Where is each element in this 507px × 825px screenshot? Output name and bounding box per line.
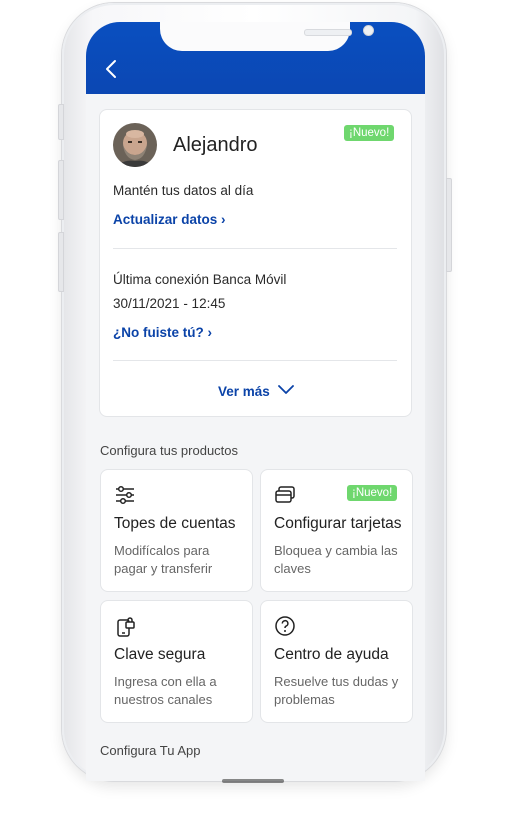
divider xyxy=(113,248,397,249)
tile-account-limits[interactable]: Topes de cuentas Modifícalos para pagar … xyxy=(100,469,253,592)
update-data-link[interactable]: Actualizar datos › xyxy=(113,212,226,227)
phone-side-button xyxy=(58,104,64,140)
cards-icon xyxy=(275,486,295,503)
tile-help-center[interactable]: Centro de ayuda Resuelve tus dudas y pro… xyxy=(260,600,413,723)
tile-title: Clave segura xyxy=(114,646,206,663)
tile-description: Ingresa con ella a nuestros canales xyxy=(114,674,217,707)
tile-description: Resuelve tus dudas y problemas xyxy=(274,674,399,707)
phone-side-button xyxy=(58,232,64,292)
avatar xyxy=(113,123,157,167)
tile-title: Topes de cuentas xyxy=(114,515,236,532)
phone-side-button xyxy=(58,160,64,220)
new-badge: ¡Nuevo! xyxy=(347,485,398,501)
help-circle-icon xyxy=(275,616,295,636)
tile-description: Modifícalos para pagar y transferir xyxy=(114,543,213,576)
app-screen: Alejandro ¡Nuevo! Mantén tus datos al dí… xyxy=(86,22,425,781)
tile-configure-cards[interactable]: ¡Nuevo! Configurar tarjetas Bloquea y ca… xyxy=(260,469,413,592)
profile-card: Alejandro ¡Nuevo! Mantén tus datos al dí… xyxy=(99,109,412,417)
see-more-button[interactable]: Ver más xyxy=(218,383,295,401)
tile-title: Configurar tarjetas xyxy=(274,515,402,532)
new-badge: ¡Nuevo! xyxy=(344,125,395,141)
tile-description: Bloquea y cambia las claves xyxy=(274,543,398,576)
app-section-title: Configura Tu App xyxy=(100,743,201,758)
see-more-label: Ver más xyxy=(218,384,270,399)
sliders-icon xyxy=(116,485,134,505)
profile-subtitle: Mantén tus datos al día xyxy=(113,183,254,198)
chevron-left-icon xyxy=(106,60,116,78)
not-you-link[interactable]: ¿No fuiste tú? › xyxy=(113,325,212,340)
products-section-title: Configura tus productos xyxy=(100,443,239,458)
back-button[interactable] xyxy=(102,58,122,80)
phone-notch xyxy=(160,22,374,51)
last-login-value: 30/11/2021 - 12:45 xyxy=(113,296,226,311)
tile-title: Centro de ayuda xyxy=(274,646,389,663)
last-login-label: Última conexión Banca Móvil xyxy=(113,272,287,287)
home-indicator xyxy=(222,779,284,783)
phone-side-button xyxy=(446,178,452,272)
phone-lock-icon xyxy=(117,617,135,637)
user-name: Alejandro xyxy=(173,134,258,156)
phone-camera xyxy=(363,25,374,36)
chevron-down-icon xyxy=(278,385,295,394)
tile-secure-key[interactable]: Clave segura Ingresa con ella a nuestros… xyxy=(100,600,253,723)
phone-speaker xyxy=(304,29,352,36)
divider xyxy=(113,360,397,361)
